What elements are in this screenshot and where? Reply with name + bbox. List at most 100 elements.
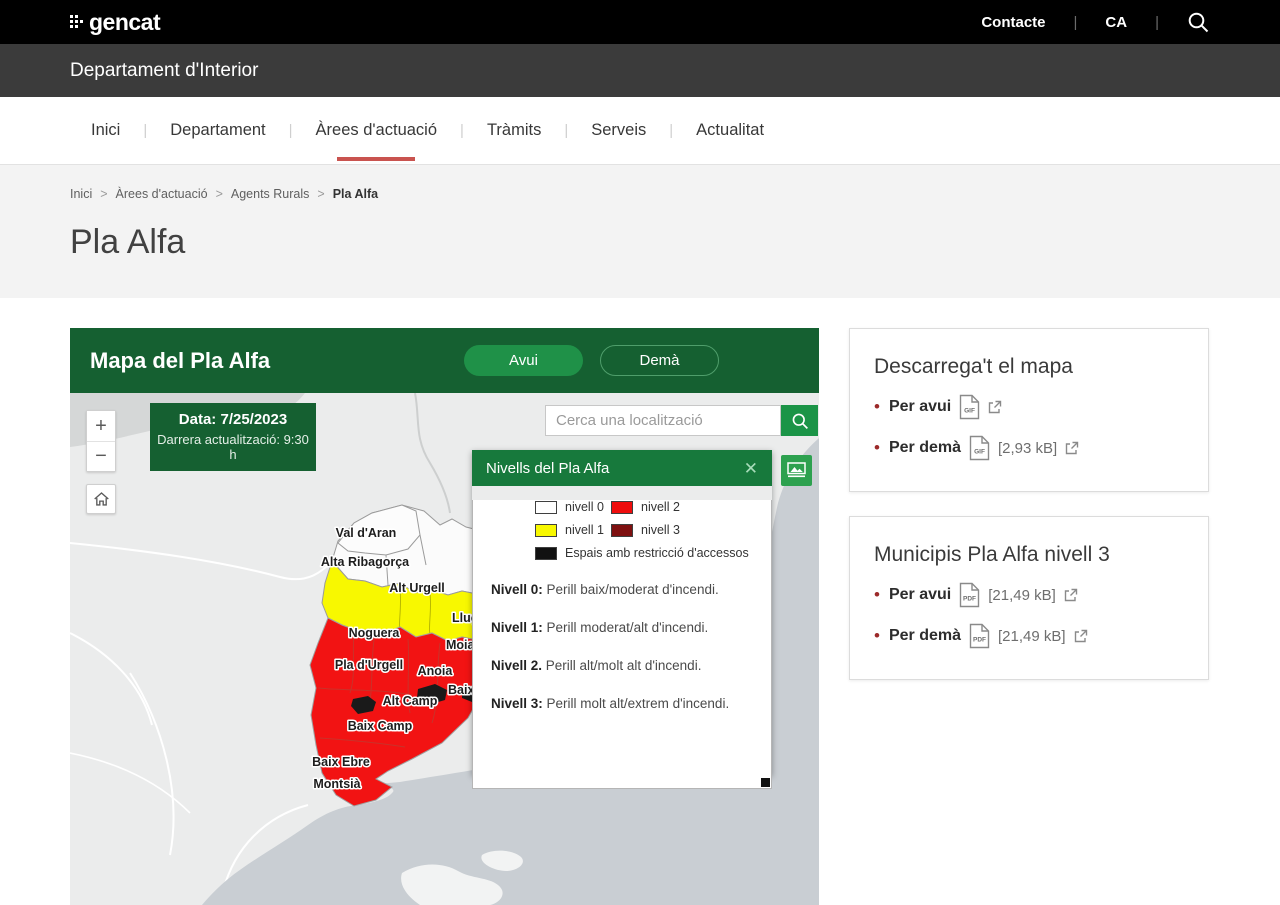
basemap-icon xyxy=(787,462,806,479)
legend-description-1: Nivell 1: Perill moderat/alt d'incendi. xyxy=(491,620,771,635)
nav-separator: | xyxy=(143,122,147,139)
municipis-tomorrow-pdf-link[interactable]: • Per demà PDF [21,49 kB] xyxy=(874,623,1184,649)
map-label-alta-ribagorca: Alta Ribagorça xyxy=(321,555,410,569)
gif-file-icon: GIF xyxy=(969,435,990,461)
external-link-icon xyxy=(988,400,1002,414)
nav-separator: | xyxy=(564,122,568,139)
municipis-nivell3-title: Municipis Pla Alfa nivell 3 xyxy=(874,543,1184,567)
legend-resize-handle[interactable] xyxy=(761,778,770,787)
bullet: • xyxy=(874,397,880,417)
legend-swatch-restricted: Espais amb restricció d'accessos xyxy=(535,546,771,560)
language-selector[interactable]: CA xyxy=(1105,14,1127,31)
map-card: Mapa del Pla Alfa Avui Demà xyxy=(70,328,819,905)
svg-text:GIF: GIF xyxy=(964,408,975,415)
department-title[interactable]: Departament d'Interior xyxy=(70,60,258,82)
map-label-pla-durgell: Pla d'Urgell xyxy=(335,658,403,672)
today-toggle-button[interactable]: Avui xyxy=(464,345,583,376)
map-label-baix-camp: Baix Camp xyxy=(348,719,413,733)
map-label-alt-urgell: Alt Urgell xyxy=(389,581,445,595)
download-map-title: Descarrega't el mapa xyxy=(874,355,1184,379)
legend-swatch-nivell1: nivell 1 xyxy=(535,523,611,537)
search-icon[interactable] xyxy=(1187,11,1210,34)
pdf-file-icon: PDF xyxy=(959,582,980,608)
breadcrumb-section: Inici > Àrees d'actuació > Agents Rurals… xyxy=(0,165,1280,298)
download-map-card: Descarrega't el mapa • Per avui GIF • Pe… xyxy=(849,328,1209,492)
map-viewport[interactable]: Val d'Aran Alta Ribagorça Alt Urgell Nog… xyxy=(70,393,819,905)
file-size: [21,49 kB] xyxy=(988,587,1056,604)
gif-file-icon: GIF xyxy=(959,394,980,420)
legend-header: Nivells del Pla Alfa ✕ xyxy=(472,450,772,486)
breadcrumb-separator: > xyxy=(100,187,107,201)
logo-text: gencat xyxy=(89,11,160,34)
zoom-in-button[interactable]: + xyxy=(87,411,115,441)
nivell1-swatch xyxy=(535,524,557,537)
municipis-today-pdf-link[interactable]: • Per avui PDF [21,49 kB] xyxy=(874,582,1184,608)
external-link-icon xyxy=(1074,629,1088,643)
bullet: • xyxy=(874,626,880,646)
file-size: [21,49 kB] xyxy=(998,628,1066,645)
breadcrumb-agents-rurals[interactable]: Agents Rurals xyxy=(231,187,310,201)
map-label-noguera: Noguera xyxy=(349,626,401,640)
map-date-box: Data: 7/25/2023 Darrera actualització: 9… xyxy=(150,403,316,471)
nav-separator: | xyxy=(669,122,673,139)
breadcrumb-separator: > xyxy=(216,187,223,201)
map-label-val-daran: Val d'Aran xyxy=(336,526,397,540)
map-label-alt-camp: Alt Camp xyxy=(383,694,438,708)
breadcrumb-inici[interactable]: Inici xyxy=(70,187,92,201)
pdf-file-icon: PDF xyxy=(969,623,990,649)
home-icon xyxy=(93,491,110,507)
nav-item-inici[interactable]: Inici xyxy=(91,97,120,165)
separator: | xyxy=(1155,14,1159,31)
legend-swatch-nivell3: nivell 3 xyxy=(611,523,771,537)
gencat-dots-icon xyxy=(70,11,86,31)
legend-description-0: Nivell 0: Perill baix/moderat d'incendi. xyxy=(491,582,771,597)
close-icon[interactable]: ✕ xyxy=(744,460,758,477)
map-label-montsia: Montsià xyxy=(313,777,360,791)
breadcrumb-separator: > xyxy=(317,187,324,201)
restricted-swatch xyxy=(535,547,557,560)
municipis-nivell3-card: Municipis Pla Alfa nivell 3 • Per avui P… xyxy=(849,516,1209,680)
page-title: Pla Alfa xyxy=(70,223,1210,262)
file-size: [2,93 kB] xyxy=(998,440,1057,457)
nivell3-swatch xyxy=(611,524,633,537)
legend-title: Nivells del Pla Alfa xyxy=(486,460,609,477)
legend-swatch-nivell2: nivell 2 xyxy=(611,500,771,514)
download-today-gif-link[interactable]: • Per avui GIF xyxy=(874,394,1184,420)
nav-separator: | xyxy=(460,122,464,139)
sidebar: Descarrega't el mapa • Per avui GIF • Pe… xyxy=(849,328,1209,905)
legend-panel: Nivells del Pla Alfa ✕ nivell 0 nivell 2 xyxy=(472,450,772,775)
location-search-input[interactable] xyxy=(545,405,781,436)
nav-item-arees-actuacio[interactable]: Àrees d'actuació xyxy=(316,97,437,165)
tomorrow-toggle-button[interactable]: Demà xyxy=(600,345,719,376)
download-tomorrow-gif-link[interactable]: • Per demà GIF [2,93 kB] xyxy=(874,435,1184,461)
gencat-logo[interactable]: gencat xyxy=(70,11,160,34)
nav-separator: | xyxy=(289,122,293,139)
breadcrumb-arees[interactable]: Àrees d'actuació xyxy=(116,187,208,201)
contact-link[interactable]: Contacte xyxy=(981,14,1045,31)
search-icon xyxy=(791,412,809,430)
main-content: Mapa del Pla Alfa Avui Demà xyxy=(0,298,1280,905)
basemap-gallery-button[interactable] xyxy=(781,455,812,486)
main-nav: Inici | Departament | Àrees d'actuació |… xyxy=(0,97,1280,165)
nav-item-tramits[interactable]: Tràmits xyxy=(487,97,541,165)
map-label-anoia: Anoia xyxy=(418,664,454,678)
legend-swatch-nivell0: nivell 0 xyxy=(535,500,611,514)
legend-description-2: Nivell 2. Perill alt/molt alt d'incendi. xyxy=(491,658,771,673)
bullet: • xyxy=(874,438,880,458)
breadcrumb-current: Pla Alfa xyxy=(333,187,378,201)
map-last-update: Darrera actualització: 9:30 h xyxy=(154,432,312,462)
svg-text:GIF: GIF xyxy=(974,449,985,456)
location-search xyxy=(545,405,818,436)
nav-item-departament[interactable]: Departament xyxy=(170,97,265,165)
external-link-icon xyxy=(1064,588,1078,602)
legend-body: nivell 0 nivell 2 nivell 1 nivell 3 xyxy=(472,500,772,789)
map-date: Data: 7/25/2023 xyxy=(154,411,312,428)
home-extent-button[interactable] xyxy=(86,484,116,514)
breadcrumb: Inici > Àrees d'actuació > Agents Rurals… xyxy=(70,187,1210,201)
nav-item-serveis[interactable]: Serveis xyxy=(591,97,646,165)
location-search-button[interactable] xyxy=(781,405,818,436)
nav-item-actualitat[interactable]: Actualitat xyxy=(696,97,764,165)
zoom-out-button[interactable]: − xyxy=(87,441,115,471)
external-link-icon xyxy=(1065,441,1079,455)
map-header: Mapa del Pla Alfa Avui Demà xyxy=(70,328,819,393)
